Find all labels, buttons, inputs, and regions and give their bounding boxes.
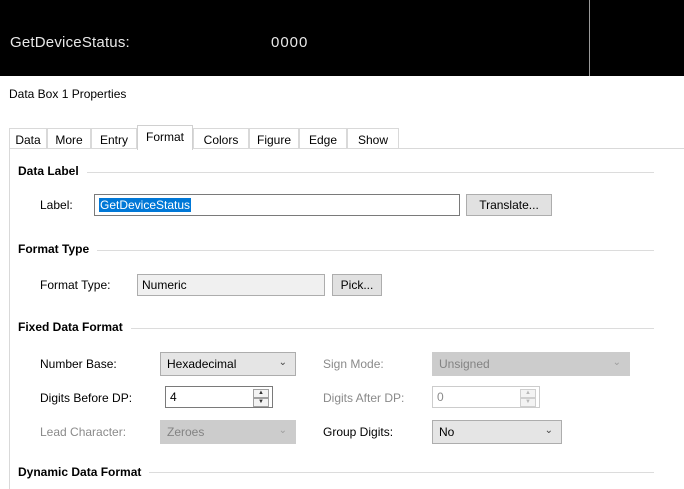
chevron-down-icon: ⌄ — [278, 357, 287, 368]
number-base-value: Hexadecimal — [167, 357, 237, 371]
dialog-title: Data Box 1 Properties — [9, 87, 127, 101]
preview-divider — [589, 0, 590, 76]
translate-button[interactable]: Translate... — [466, 194, 552, 216]
digits-after-value: 0 — [437, 390, 444, 404]
group-digits-value: No — [439, 425, 455, 439]
preview-label: GetDeviceStatus: — [10, 34, 130, 51]
chevron-down-icon: ⌄ — [278, 425, 287, 436]
group-heading-dynamic-data-format: Dynamic Data Format — [18, 465, 150, 479]
number-base-caption: Number Base: — [40, 357, 117, 371]
format-type-field: Numeric — [137, 274, 325, 296]
group-heading-data-label: Data Label — [18, 164, 87, 178]
tab-format[interactable]: Format — [137, 125, 193, 150]
preview-value: 0000 — [271, 34, 309, 51]
sign-mode-value: Unsigned — [439, 357, 490, 371]
chevron-down-icon: ⌄ — [544, 425, 553, 436]
group-line-data-label — [20, 172, 654, 173]
tab-colors[interactable]: Colors — [193, 128, 249, 148]
label-input-value: GetDeviceStatus — [99, 198, 192, 212]
label-caption: Label: — [40, 198, 73, 212]
digits-before-spinner[interactable]: 4 ▲ ▼ — [165, 386, 273, 408]
preview-strip: GetDeviceStatus: 0000 — [0, 0, 684, 76]
tab-show[interactable]: Show — [347, 128, 399, 148]
format-type-caption: Format Type: — [40, 278, 111, 292]
lead-char-caption: Lead Character: — [40, 425, 127, 439]
group-digits-select[interactable]: No ⌄ — [432, 420, 562, 444]
spinner-arrows-icon: ▲ ▼ — [520, 389, 536, 407]
group-line-format-type — [20, 250, 654, 251]
chevron-down-icon: ⌄ — [612, 357, 621, 368]
group-digits-caption: Group Digits: — [323, 425, 394, 439]
label-input[interactable]: GetDeviceStatus — [94, 194, 460, 216]
tab-entry[interactable]: Entry — [91, 128, 137, 148]
pick-button[interactable]: Pick... — [332, 274, 382, 296]
group-heading-fixed-data-format: Fixed Data Format — [18, 320, 131, 334]
digits-before-value: 4 — [170, 390, 177, 404]
digits-after-spinner: 0 ▲ ▼ — [432, 386, 540, 408]
sign-mode-caption: Sign Mode: — [323, 357, 384, 371]
digits-before-caption: Digits Before DP: — [40, 391, 133, 405]
tab-more[interactable]: More — [47, 128, 91, 148]
tab-data[interactable]: Data — [9, 128, 47, 148]
digits-after-caption: Digits After DP: — [323, 391, 405, 405]
lead-char-value: Zeroes — [167, 425, 205, 439]
tab-edge[interactable]: Edge — [299, 128, 347, 148]
spinner-arrows-icon[interactable]: ▲ ▼ — [253, 389, 269, 407]
number-base-select[interactable]: Hexadecimal ⌄ — [160, 352, 296, 376]
sign-mode-select: Unsigned ⌄ — [432, 352, 630, 376]
lead-char-select: Zeroes ⌄ — [160, 420, 296, 444]
tab-figure[interactable]: Figure — [249, 128, 299, 148]
group-heading-format-type: Format Type — [18, 242, 98, 256]
